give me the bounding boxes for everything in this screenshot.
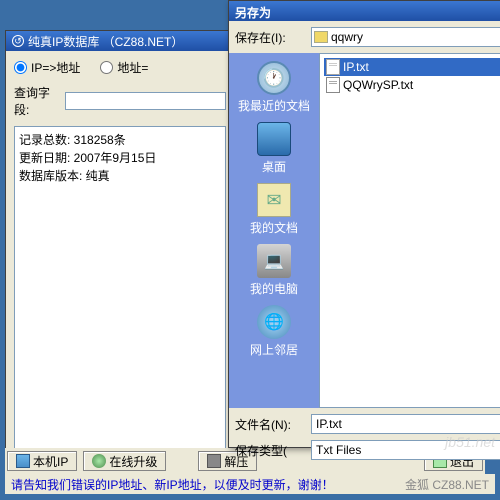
globe-icon (92, 454, 106, 468)
disk-icon (207, 454, 221, 468)
mode-radio-group: IP=>地址 地址= (14, 59, 226, 76)
text-file-icon (326, 77, 340, 93)
file-item-ip-txt[interactable]: IP.txt (324, 58, 500, 76)
radio-ip-to-address[interactable]: IP=>地址 (14, 59, 80, 76)
computer-icon (16, 454, 30, 468)
save-in-combo[interactable]: qqwry (311, 27, 500, 47)
filetype-combo[interactable]: Txt Files (311, 440, 500, 460)
query-label: 查询字段: (14, 84, 61, 118)
filetype-label: 保存类型( (235, 442, 307, 459)
save-as-dialog: 另存为 保存在(I): qqwry 我最近的文档 桌面 我的文档 我的电脑 (228, 0, 500, 448)
my-computer-icon (257, 244, 291, 278)
radio-ip-input[interactable] (14, 61, 27, 74)
folder-icon (314, 31, 328, 43)
main-window-title: 纯真IP数据库 （CZ88.NET） (28, 33, 183, 50)
update-date-text: 更新日期: 2007年9月15日 (19, 149, 221, 167)
save-in-value: qqwry (331, 30, 363, 44)
text-file-icon (326, 59, 340, 75)
online-upgrade-button[interactable]: 在线升级 (83, 451, 166, 471)
app-icon (12, 35, 24, 47)
main-window-titlebar: 纯真IP数据库 （CZ88.NET） (6, 31, 234, 51)
recent-docs-icon (257, 61, 291, 95)
ip-database-window: 纯真IP数据库 （CZ88.NET） IP=>地址 地址= 查询字段: 记录总数… (5, 30, 235, 480)
status-bar: 请告知我们错误的IP地址、新IP地址，以便及时更新，谢谢！ 金狐 CZ88.NE… (5, 474, 495, 494)
documents-icon (257, 183, 291, 217)
radio-address-mode[interactable]: 地址= (100, 59, 148, 76)
record-count-text: 记录总数: 318258条 (19, 131, 221, 149)
radio-address-input[interactable] (100, 61, 113, 74)
filename-label: 文件名(N): (235, 416, 307, 433)
info-text-area: 记录总数: 318258条 更新日期: 2007年9月15日 数据库版本: 纯真 (14, 126, 226, 456)
local-ip-button[interactable]: 本机IP (7, 451, 77, 471)
place-recent-docs[interactable]: 我最近的文档 (238, 61, 310, 114)
db-version-text: 数据库版本: 纯真 (19, 167, 221, 185)
save-dialog-titlebar: 另存为 (229, 1, 500, 21)
desktop-icon (257, 122, 291, 156)
network-icon (257, 305, 291, 339)
status-brand: 金狐 CZ88.NET (405, 476, 489, 493)
file-list[interactable]: IP.txt QQWrySP.txt (319, 53, 500, 408)
place-network[interactable]: 网上邻居 (250, 305, 298, 358)
place-my-documents[interactable]: 我的文档 (250, 183, 298, 236)
save-in-label: 保存在(I): (235, 29, 307, 46)
file-item-qqwrysp-txt[interactable]: QQWrySP.txt (324, 76, 500, 94)
places-bar: 我最近的文档 桌面 我的文档 我的电脑 网上邻居 (229, 53, 319, 408)
query-input[interactable] (65, 92, 226, 110)
place-desktop[interactable]: 桌面 (257, 122, 291, 175)
place-my-computer[interactable]: 我的电脑 (250, 244, 298, 297)
filename-combo[interactable]: IP.txt (311, 414, 500, 434)
status-message: 请告知我们错误的IP地址、新IP地址，以便及时更新，谢谢！ (11, 476, 334, 493)
